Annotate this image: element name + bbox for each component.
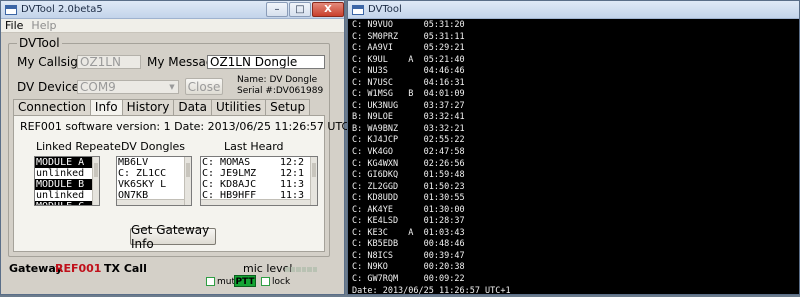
- lock-label: lock: [272, 277, 291, 287]
- chevron-down-icon: ▼: [169, 83, 175, 91]
- gateway-value: REF001: [55, 262, 102, 275]
- callsign-label: My Callsig: [17, 55, 78, 69]
- tab-history[interactable]: History: [121, 99, 175, 115]
- list-item[interactable]: MODULE B: [35, 179, 99, 190]
- software-version-line: REF001 software version: 1 Date: 2013/06…: [20, 120, 350, 133]
- console-window-title: DVTool: [368, 4, 402, 15]
- console-line: C: N8ICS 00:39:47: [352, 250, 465, 261]
- console-line: C: ZL2GGD 01:50:23: [352, 181, 465, 192]
- device-serial-text: Serial #:DV061989: [237, 86, 324, 96]
- last-heard-list[interactable]: C: MOMAS 12:2 C: JE9LMZ 12:1 C: KD8AJC 11:3 C:…: [200, 156, 318, 206]
- console-line: C: KJ4JCP 02:55:22: [352, 135, 465, 146]
- console-line: C: KE4LSD 01:28:37: [352, 216, 465, 227]
- menu-file[interactable]: File: [5, 19, 23, 32]
- device-name-text: Name: DV Dongle: [237, 75, 318, 85]
- console-line: C: AA9VI 05:29:21: [352, 43, 465, 54]
- console-output: C: N9VUO 05:31:20 C: SM0PRZ 05:31:11 C: AA…: [352, 20, 795, 296]
- list-item[interactable]: MODULE A: [35, 157, 99, 168]
- console-line: C: GW7RQM 00:09:22: [352, 274, 465, 285]
- list-item[interactable]: MODULE C: [35, 201, 99, 205]
- console-line: C: KD8UDD 01:30:55: [352, 193, 465, 204]
- heard-list-hscrollbar[interactable]: [201, 199, 310, 205]
- console-line: C: GI6DKQ 01:59:48: [352, 170, 465, 181]
- linked-repeaters-list[interactable]: MODULE AunlinkedMODULE BunlinkedMODULE C…: [34, 156, 100, 206]
- console-line: C: KB5EDB 00:48:46: [352, 239, 465, 250]
- heard-time: 12:1: [280, 168, 305, 179]
- linked-repeaters-header: Linked Repeate: [36, 140, 121, 153]
- console-line: C: UK3NUG 03:37:27: [352, 100, 465, 111]
- console-line: Date: 2013/06/25 11:26:57 UTC+1: [352, 285, 511, 296]
- dv-device-value: COM9: [80, 80, 116, 94]
- heard-list-scrollbar[interactable]: [310, 157, 317, 205]
- minimize-button[interactable]: –: [266, 2, 288, 17]
- last-heard-header: Last Heard: [224, 140, 284, 153]
- menu-help[interactable]: Help: [31, 19, 56, 32]
- app-window-icon: [5, 4, 17, 15]
- console-line: C: N9KO 00:20:38: [352, 262, 465, 273]
- tab-data[interactable]: Data: [173, 99, 212, 115]
- console-line: C: K9UL A 05:21:40: [352, 54, 465, 65]
- console-line: B: N9LOE 03:32:41: [352, 112, 465, 123]
- maximize-button[interactable]: □: [289, 2, 311, 17]
- tx-call-label: TX Call: [104, 262, 147, 275]
- dvtool-group: DVTool My Callsig OZ1LN My Message OZ1LN…: [8, 36, 349, 257]
- heard-call: C: KD8AJC: [202, 179, 257, 190]
- list-item[interactable]: C: JE9LMZ 12:1: [201, 168, 317, 179]
- callsign-input[interactable]: OZ1LN: [77, 55, 141, 69]
- tab-setup[interactable]: Setup: [265, 99, 311, 115]
- list-item[interactable]: unlinked: [35, 190, 99, 201]
- linked-list-scrollbar[interactable]: [92, 157, 99, 205]
- list-item[interactable]: VK6SKY L: [117, 179, 191, 190]
- dv-dongles-header: DV Dongles: [121, 140, 186, 153]
- ptt-button[interactable]: PTT: [234, 275, 256, 287]
- console-line: C: SM0PRZ 05:31:11: [352, 31, 465, 42]
- group-title: DVTool: [17, 36, 62, 50]
- console-line: C: KE3C A 01:03:43: [352, 227, 465, 238]
- console-titlebar[interactable]: DVTool: [348, 1, 799, 19]
- tab-bar: Connection Info History Data Utilities S…: [13, 99, 325, 116]
- dongles-list-scrollbar[interactable]: [184, 157, 191, 205]
- console-line: B: WA9BNZ 03:32:21: [352, 123, 465, 134]
- console-line: C: N9VUO 05:31:20: [352, 20, 465, 30]
- mic-level-meter: [285, 267, 317, 272]
- menu-bar: File Help: [1, 19, 344, 33]
- heard-call: C: JE9LMZ: [202, 168, 257, 179]
- heard-time: 11:3: [280, 179, 305, 190]
- tab-info[interactable]: Info: [89, 99, 123, 116]
- mute-label: mut: [217, 277, 235, 287]
- dv-device-label: DV Device: [17, 80, 80, 94]
- dvtool-main-window: DVTool 2.0beta5 – □ X File Help DVTool M…: [0, 0, 349, 295]
- message-input[interactable]: OZ1LN Dongle: [207, 55, 325, 69]
- info-tab-panel: REF001 software version: 1 Date: 2013/06…: [13, 115, 349, 252]
- console-line: C: W1MSG B 04:01:09: [352, 89, 465, 100]
- dongles-list-hscrollbar[interactable]: [117, 199, 184, 205]
- tab-utilities[interactable]: Utilities: [210, 99, 267, 115]
- close-window-button[interactable]: X: [312, 2, 344, 17]
- list-item[interactable]: C: MOMAS 12:2: [201, 157, 317, 168]
- dv-device-select[interactable]: COM9 ▼: [77, 80, 179, 94]
- get-gateway-info-button[interactable]: Get Gateway Info: [130, 223, 216, 251]
- tab-connection[interactable]: Connection: [13, 99, 91, 115]
- lock-checkbox[interactable]: [261, 277, 270, 286]
- close-device-button[interactable]: Close: [185, 78, 223, 95]
- heard-call: C: MOMAS: [202, 157, 251, 168]
- console-line: C: KG4WXN 02:26:56: [352, 158, 465, 169]
- console-line: C: N7USC 04:16:31: [352, 77, 465, 88]
- list-item[interactable]: C: KD8AJC 11:3: [201, 179, 317, 190]
- console-line: C: AK4YE 01:30:00: [352, 204, 465, 215]
- dvtool-console-window: DVTool C: N9VUO 05:31:20 C: SM0PRZ 05:31:…: [347, 0, 800, 296]
- app-window-icon: [352, 4, 364, 15]
- list-item[interactable]: MB6LV: [117, 157, 191, 168]
- list-item[interactable]: C: ZL1CC: [117, 168, 191, 179]
- main-window-title: DVTool 2.0beta5: [21, 4, 103, 15]
- console-line: C: NU3S 04:46:46: [352, 66, 465, 77]
- mute-checkbox[interactable]: [206, 277, 215, 286]
- main-titlebar[interactable]: DVTool 2.0beta5 – □ X: [1, 1, 344, 19]
- list-item[interactable]: unlinked: [35, 168, 99, 179]
- dv-dongles-list[interactable]: MB6LVC: ZL1CCVK6SKY LON7KBKJ6OWT C: [116, 156, 192, 206]
- heard-time: 12:2: [280, 157, 305, 168]
- console-line: C: VK4GO 02:47:58: [352, 147, 465, 158]
